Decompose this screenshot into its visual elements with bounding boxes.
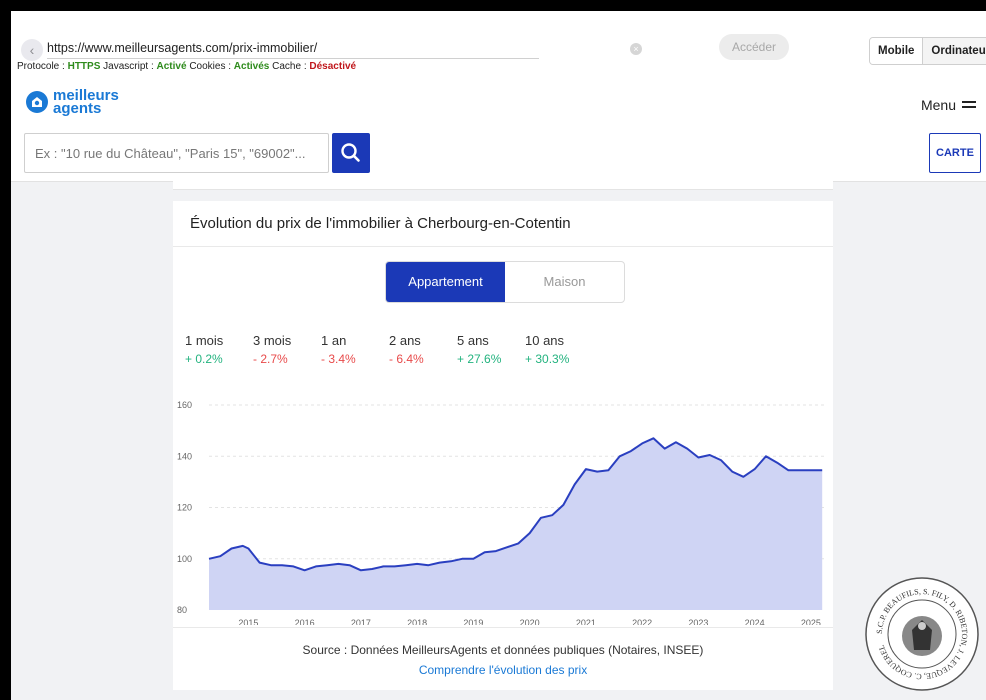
period-label: 1 an [321,333,347,348]
x-tick-label: 2020 [520,618,540,625]
cookies-value: Activés [233,61,270,72]
period-value: + 30.3% [525,352,570,366]
period-1-month: 1 mois + 0.2% [185,333,253,366]
x-tick-label: 2019 [463,618,483,625]
period-value: - 3.4% [321,352,356,366]
tab-maison[interactable]: Maison [505,262,624,302]
javascript-label: Javascript : [103,61,154,72]
period-changes: 1 mois + 0.2% 3 mois - 2.7% 1 an - 3.4% … [185,333,593,366]
footer-divider [173,627,833,628]
y-tick-label: 80 [177,605,187,615]
tab-appartement[interactable]: Appartement [386,262,505,302]
site-header: meilleurs agents Menu [11,81,986,134]
notary-seal: S.C.P. BEAUFILS, S. FILY, D. RIBETON, J.… [865,577,979,691]
map-button[interactable]: CARTE [929,133,981,173]
price-chart: 80 100 120 140 160 2015 2016 2017 2018 2019 2020 20… [177,400,825,625]
clear-icon[interactable]: × [630,43,642,55]
period-10-years: 10 ans + 30.3% [525,333,593,366]
x-tick-label: 2018 [407,618,427,625]
cache-value: Désactivé [309,61,357,72]
period-5-years: 5 ans + 27.6% [457,333,525,366]
period-2-years: 2 ans - 6.4% [389,333,457,366]
y-tick-label: 160 [177,400,192,410]
logo-icon [26,91,48,113]
protocol-value: HTTPS [67,61,101,72]
x-tick-label: 2016 [295,618,315,625]
source-text: Source : Données MeilleursAgents et donn… [302,643,704,657]
browser-toolbar: ‹ https://www.meilleursagents.com/prix-i… [11,11,986,81]
go-button[interactable]: Accéder [719,34,789,60]
period-value: - 6.4% [389,352,424,366]
cache-label: Cache : [272,61,307,72]
property-type-switch: Appartement Maison [385,261,625,303]
url-field[interactable]: https://www.meilleursagents.com/prix-imm… [47,41,317,55]
period-label: 2 ans [389,333,421,348]
card-title: Évolution du prix de l'immobilier à Cher… [190,215,571,232]
x-tick-label: 2024 [745,618,765,625]
mobile-mode-button[interactable]: Mobile [870,38,924,64]
period-value: + 0.2% [185,352,223,366]
x-tick-label: 2017 [351,618,371,625]
x-tick-label: 2022 [632,618,652,625]
x-tick-label: 2025 [801,618,821,625]
period-value: - 2.7% [253,352,288,366]
period-1-year: 1 an - 3.4% [321,333,389,366]
protocol-label: Protocole : [17,61,65,72]
x-tick-label: 2023 [688,618,708,625]
back-icon[interactable]: ‹ [21,39,43,61]
y-tick-label: 100 [177,554,192,564]
y-tick-label: 140 [177,451,192,461]
period-label: 10 ans [525,333,565,348]
menu-label: Menu [920,97,956,113]
y-tick-label: 120 [177,503,192,513]
card-divider [173,246,833,247]
url-underline [47,58,539,59]
x-tick-label: 2015 [238,618,258,625]
previous-card-edge [173,181,833,190]
search-bar: CARTE [11,133,986,182]
device-toggle: Mobile Ordinateur [869,37,986,65]
hamburger-icon [962,100,976,110]
price-evolution-card: Évolution du prix de l'immobilier à Cher… [173,201,833,690]
learn-more-link[interactable]: Comprendre l'évolution des prix [173,663,833,677]
desktop-mode-button[interactable]: Ordinateur [923,38,986,64]
period-3-months: 3 mois - 2.7% [253,333,321,366]
browser-frame: ‹ https://www.meilleursagents.com/prix-i… [11,11,986,700]
search-button[interactable] [332,133,370,173]
period-label: 3 mois [253,333,292,348]
javascript-value: Activé [156,61,187,72]
menu-button[interactable]: Menu [921,97,976,113]
search-icon [341,143,360,162]
period-label: 1 mois [185,333,224,348]
logo[interactable]: meilleurs agents [25,88,119,116]
period-value: + 27.6% [457,352,502,366]
cookies-label: Cookies : [189,61,231,72]
x-tick-label: 2021 [576,618,596,625]
series-area [209,438,823,610]
search-input[interactable] [24,133,329,173]
period-label: 5 ans [457,333,489,348]
protocol-info: Protocole : HTTPS Javascript : Activé Co… [17,61,356,72]
